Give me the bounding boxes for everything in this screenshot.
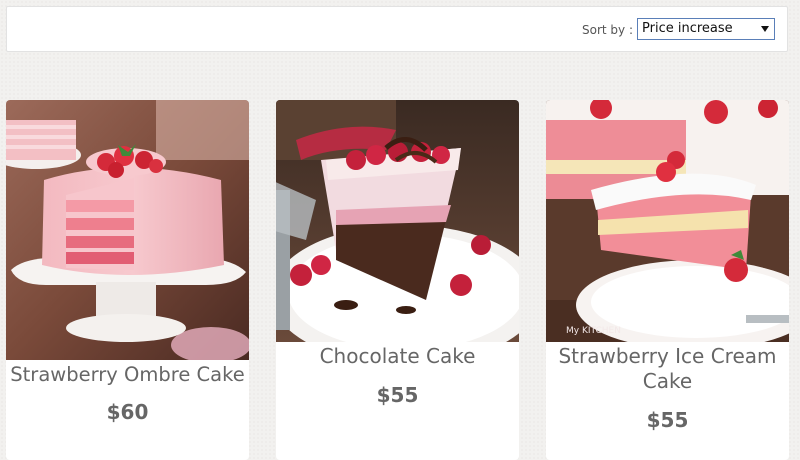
product-title[interactable]: Chocolate Cake <box>276 344 519 369</box>
product-title[interactable]: Strawberry Ice Cream Cake <box>546 344 789 394</box>
product-price: $60 <box>106 400 149 424</box>
dropdown-arrow-icon <box>761 26 769 32</box>
product-image-chocolate-cake[interactable] <box>276 100 519 342</box>
product-price: $55 <box>376 383 419 407</box>
product-image-strawberry-ice-cream-cake[interactable]: My KITCHEN <box>546 100 789 342</box>
photo-watermark: My KITCHEN <box>566 326 621 336</box>
sort-label: Sort by : <box>582 23 633 37</box>
sort-bar: Sort by : Price increase <box>6 6 788 52</box>
product-image-strawberry-ombre-cake[interactable] <box>6 100 249 360</box>
sort-selected-value: Price increase <box>642 21 733 36</box>
product-card[interactable]: Chocolate Cake $55 <box>276 100 519 460</box>
product-title[interactable]: Strawberry Ombre Cake <box>6 362 249 387</box>
sort-select[interactable]: Price increase <box>637 18 775 40</box>
product-price: $55 <box>646 408 689 432</box>
product-card[interactable]: My KITCHEN Strawberry Ice Cream Cake $55 <box>546 100 789 460</box>
product-card[interactable]: Strawberry Ombre Cake $60 <box>6 100 249 460</box>
